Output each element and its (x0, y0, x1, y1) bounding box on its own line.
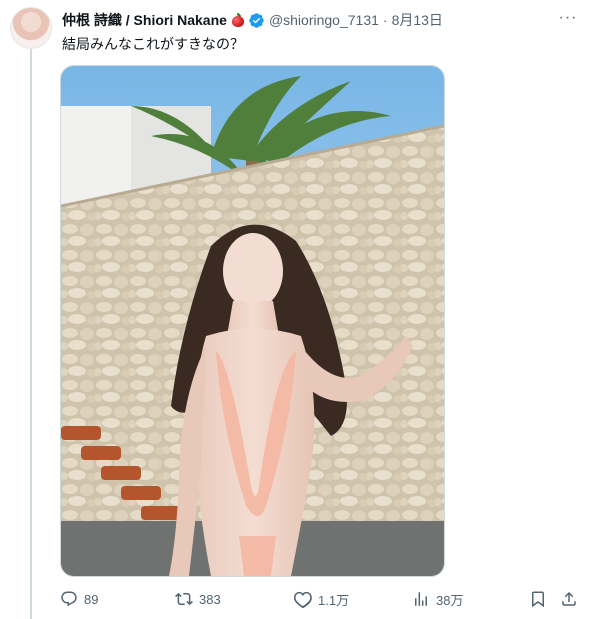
author-handle[interactable]: @shioringo_7131 (269, 12, 379, 28)
views-icon (415, 592, 427, 606)
author-name[interactable]: 仲根 詩織 / Shiori Nakane (62, 10, 227, 30)
bookmark-icon (532, 591, 544, 608)
repost-icon (175, 592, 193, 606)
tweet-photo[interactable] (60, 65, 445, 577)
repost-count: 383 (199, 591, 221, 607)
separator-dot: · (382, 12, 388, 28)
bookmark-button[interactable] (529, 590, 547, 608)
thread-line (30, 48, 32, 619)
tweet-header: 仲根 詩織 / Shiori Nakane @shioringo_7131 · … (62, 10, 578, 30)
heart-icon (294, 591, 312, 608)
avatar[interactable] (10, 7, 52, 49)
tweet-actions: 89 383 1.1万 38万 (60, 588, 580, 610)
share-button[interactable] (560, 590, 578, 608)
like-count: 1.1万 (318, 592, 350, 608)
tweet-text: 結局みんなこれがすきなの？ (62, 37, 244, 53)
reply-button[interactable]: 89 (60, 590, 98, 608)
views-count: 38万 (436, 592, 464, 608)
share-icon (562, 591, 576, 606)
reply-count: 89 (84, 591, 99, 607)
reply-icon (61, 591, 77, 607)
red-apple-icon (231, 13, 245, 27)
more-options-icon[interactable]: ··· (558, 10, 578, 30)
like-button[interactable]: 1.1万 (294, 590, 349, 609)
views-button[interactable]: 38万 (412, 590, 463, 609)
tweet-date[interactable]: 8月13日 (392, 10, 443, 30)
repost-button[interactable]: 383 (175, 590, 221, 608)
verified-badge-icon[interactable] (248, 12, 265, 29)
